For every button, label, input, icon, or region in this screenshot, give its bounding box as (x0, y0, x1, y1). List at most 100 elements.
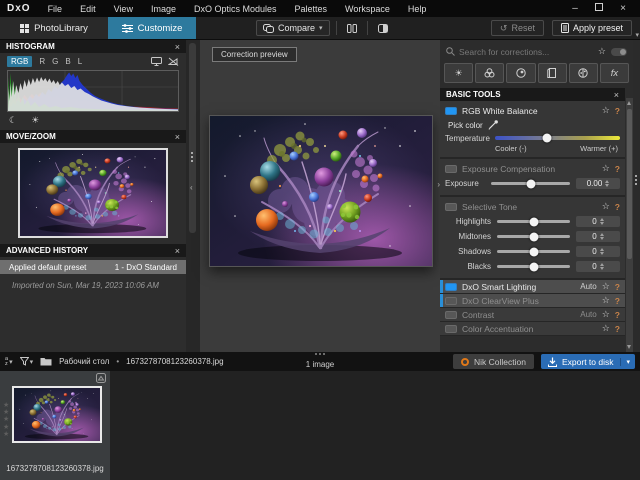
history-entry[interactable]: Applied default preset 1 - DxO Standard (0, 260, 186, 274)
highlight-clipping-icon[interactable]: ☀ (31, 115, 39, 126)
midtones-slider[interactable] (497, 235, 570, 238)
soft-proofing-icon[interactable] (168, 57, 179, 66)
scrollbar-thumb[interactable] (627, 109, 632, 259)
contrast-favorite-icon[interactable]: ☆ (602, 309, 610, 320)
exposure-help-icon[interactable]: ? (615, 164, 620, 174)
category-color-button[interactable] (475, 63, 504, 83)
current-folder-label[interactable]: Рабочий стол (59, 357, 109, 366)
blacks-knob[interactable] (529, 262, 538, 271)
clearview-help-icon[interactable]: ? (615, 296, 620, 306)
selective-tone-favorite-icon[interactable]: ☆ (602, 201, 610, 212)
smart-lighting-help-icon[interactable]: ? (615, 282, 620, 292)
histogram-close-icon[interactable]: × (175, 42, 180, 52)
apply-preset-button[interactable]: Apply preset (552, 20, 632, 36)
left-scrollbar[interactable] (189, 43, 196, 233)
clearview-favorite-icon[interactable]: ☆ (602, 295, 610, 306)
menu-workspace[interactable]: Workspace (336, 4, 399, 14)
exposure-stepper[interactable] (605, 180, 609, 187)
color-accentuation-favorite-icon[interactable]: ☆ (602, 323, 610, 334)
clearview-checkbox[interactable] (445, 297, 457, 305)
movezoom-thumbnail[interactable] (18, 148, 168, 238)
close-button[interactable]: × (614, 1, 632, 16)
main-photo[interactable] (209, 115, 433, 267)
menu-file[interactable]: File (39, 4, 72, 14)
clearview-row[interactable]: DxO ClearView Plus ☆ ? (440, 294, 625, 308)
export-to-disk-button[interactable]: Export to disk ▾ (541, 354, 635, 369)
rating-stars[interactable]: ★ ★ ★ ★ ★ (3, 402, 9, 438)
selective-tone-checkbox[interactable] (445, 203, 457, 211)
channel-b[interactable]: B (65, 57, 70, 66)
blacks-stepper[interactable] (600, 263, 604, 270)
export-dropdown-icon[interactable]: ▾ (620, 358, 635, 366)
highlights-value-box[interactable]: 0 (576, 216, 620, 227)
scroll-up-icon[interactable] (627, 101, 631, 105)
monitor-icon[interactable] (151, 57, 162, 66)
highlights-knob[interactable] (529, 217, 538, 226)
color-accentuation-help-icon[interactable]: ? (615, 324, 620, 334)
rating-star[interactable]: ★ (3, 416, 9, 423)
menu-optics-modules[interactable]: DxO Optics Modules (185, 4, 286, 14)
midtones-stepper[interactable] (600, 233, 604, 240)
smart-lighting-favorite-icon[interactable]: ☆ (602, 281, 610, 292)
contrast-mode[interactable]: Auto (580, 310, 596, 319)
channel-rgb[interactable]: RGB (7, 56, 32, 67)
toolbar-overflow-chevron[interactable]: ▾ (635, 31, 639, 39)
compare-dropdown-icon[interactable]: ▾ (319, 24, 323, 32)
menu-edit[interactable]: Edit (71, 4, 105, 14)
scroll-down-icon[interactable] (627, 345, 631, 349)
temperature-slider-knob[interactable] (543, 134, 552, 143)
split-preview-button[interactable] (374, 20, 392, 36)
maximize-button[interactable] (590, 1, 608, 16)
exposure-slider[interactable] (491, 182, 570, 185)
smart-lighting-checkbox[interactable] (445, 283, 457, 291)
color-accentuation-row[interactable]: Color Accentuation ☆ ? (440, 322, 625, 336)
category-light-button[interactable]: ☀ (444, 63, 473, 83)
midtones-knob[interactable] (529, 232, 538, 241)
category-fx-button[interactable]: fx (600, 63, 629, 83)
basic-tools-close-icon[interactable]: × (614, 90, 619, 100)
left-splitter[interactable]: ‹ (186, 40, 200, 352)
filter-button[interactable]: ▾ (20, 357, 34, 366)
sort-button[interactable]: az ▾ (5, 357, 13, 366)
filmstrip-cell-selected[interactable]: ★ ★ ★ ★ ★ 1673278708123260378.jpg (0, 371, 110, 480)
menu-palettes[interactable]: Palettes (286, 4, 337, 14)
blacks-slider[interactable] (497, 265, 570, 268)
menu-view[interactable]: View (105, 4, 142, 14)
filmstrip-thumbnail[interactable] (12, 386, 102, 443)
shadows-stepper[interactable] (600, 248, 604, 255)
side-by-side-view-button[interactable] (343, 20, 361, 36)
shadows-slider[interactable] (497, 250, 570, 253)
channel-g[interactable]: G (52, 57, 58, 66)
exposure-slider-knob[interactable] (526, 179, 535, 188)
highlights-slider[interactable] (497, 220, 570, 223)
exposure-value-box[interactable]: 0.00 (576, 178, 620, 189)
contrast-row[interactable]: Contrast Auto ☆ ? (440, 308, 625, 322)
movezoom-close-icon[interactable]: × (175, 132, 180, 142)
smart-lighting-row[interactable]: DxO Smart Lighting Auto ☆ ? (440, 280, 625, 294)
filmstrip-grip-icon[interactable] (315, 353, 325, 355)
exposure-checkbox[interactable] (445, 165, 457, 173)
channel-l[interactable]: L (78, 57, 82, 66)
minimize-button[interactable]: – (566, 1, 584, 16)
shadows-value-box[interactable]: 0 (576, 246, 620, 257)
temperature-slider[interactable] (495, 136, 620, 140)
menu-image[interactable]: Image (142, 4, 185, 14)
nik-collection-button[interactable]: Nik Collection (453, 354, 534, 369)
shadows-knob[interactable] (529, 247, 538, 256)
white-balance-help-icon[interactable]: ? (615, 106, 620, 116)
right-panel-scrollbar[interactable] (626, 98, 633, 352)
category-geometry-button[interactable] (538, 63, 567, 83)
contrast-help-icon[interactable]: ? (615, 310, 620, 320)
reset-button[interactable]: ↺ Reset (491, 20, 544, 36)
color-accentuation-checkbox[interactable] (445, 325, 457, 333)
collapse-left-panel-icon[interactable]: ‹ (190, 183, 193, 192)
rating-star[interactable]: ★ (3, 424, 9, 431)
selective-tone-help-icon[interactable]: ? (615, 202, 620, 212)
contrast-checkbox[interactable] (445, 311, 457, 319)
tab-photolibrary[interactable]: PhotoLibrary (0, 17, 108, 39)
midtones-value-box[interactable]: 0 (576, 231, 620, 242)
tab-customize[interactable]: Customize (108, 17, 196, 39)
category-local-adjustments-button[interactable] (569, 63, 598, 83)
eyedropper-icon[interactable] (488, 120, 499, 130)
highlights-stepper[interactable] (600, 218, 604, 225)
